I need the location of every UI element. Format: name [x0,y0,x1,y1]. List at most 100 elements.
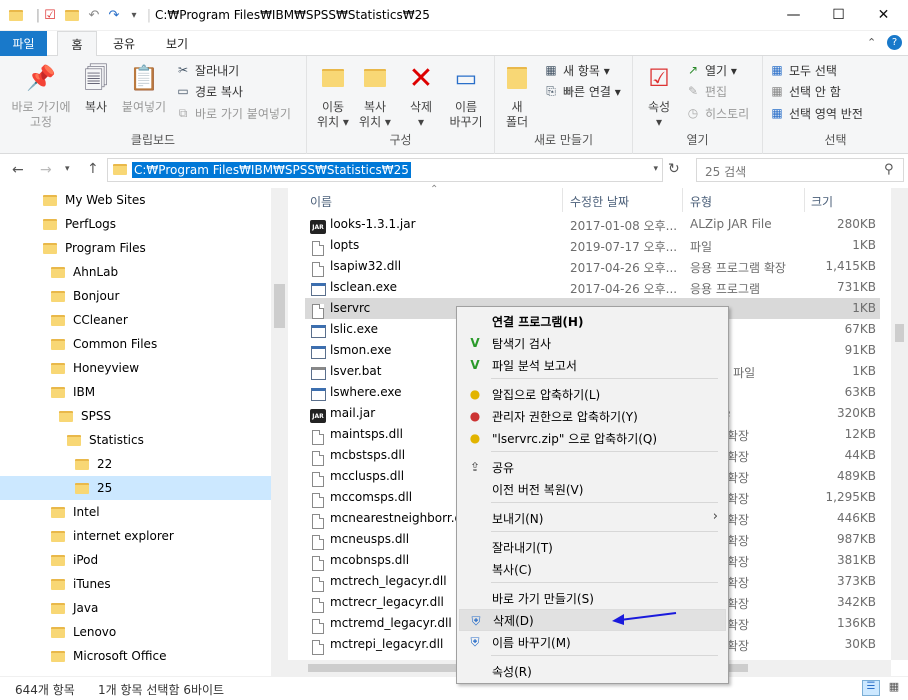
tree-item[interactable]: Intel [0,500,271,524]
tree-item[interactable]: Honeyview [0,356,271,380]
collapse-ribbon-icon[interactable]: ⌃ [867,36,876,49]
paste-shortcut-button[interactable]: ⧉ 바로 가기 붙여넣기 [175,103,291,123]
menu-send-to[interactable]: 보내기(N) › [459,507,726,529]
tree-item[interactable]: CCleaner [0,308,271,332]
tree-item[interactable]: Program Files [0,236,271,260]
easy-access-button[interactable]: ⎘ 빠른 연결 ▾ [543,81,621,101]
column-name[interactable]: 이름 [310,193,332,210]
tree-item[interactable]: Bonjour [0,284,271,308]
column-divider[interactable] [804,188,805,212]
column-date[interactable]: 수정한 날짜 [570,193,629,210]
tree-item[interactable]: AhnLab [0,260,271,284]
tree-item[interactable]: IBM [0,380,271,404]
back-icon[interactable]: ← [12,162,24,178]
column-divider[interactable] [562,188,563,212]
close-button[interactable]: ✕ [861,0,906,30]
new-folder-button[interactable]: 새 폴더 [501,56,533,130]
up-icon[interactable]: ↑ [87,161,99,177]
redo-icon[interactable]: ↷ [106,7,122,23]
customize-quick-access-icon[interactable]: ▾ [126,7,142,23]
tree-item[interactable]: Java [0,596,271,620]
dll-file-icon [310,595,326,613]
new-folder-icon [502,62,532,94]
table-row[interactable]: lsapiw32.dll 2017-04-26 오후... 응용 프로그램 확장 1,… [305,256,880,277]
new-item-button[interactable]: ▦ 새 항목 ▾ [543,60,609,80]
column-type[interactable]: 유형 [690,193,712,210]
file-list-scrollbar-thumb[interactable] [895,324,904,342]
recent-locations-icon[interactable]: ▾ [65,164,70,174]
tree-item[interactable]: Lenovo [0,620,271,644]
menu-rename[interactable]: ⛨ 이름 바꾸기(M) [459,631,726,653]
menu-separator [491,451,718,452]
menu-alzip-admin[interactable]: ● 관리자 권한으로 압축하기(Y) [459,405,726,427]
copy-path-button[interactable]: ▭ 경로 복사 [175,81,243,101]
copy-to-button[interactable]: 복사 위치 ▾ [355,56,395,130]
tree-item[interactable]: SPSS [0,404,271,428]
help-icon[interactable]: ? [887,35,902,50]
tree-item[interactable]: Common Files [0,332,271,356]
column-size[interactable]: 크기 [811,193,833,210]
forward-icon[interactable]: → [40,162,52,178]
menu-copy[interactable]: 복사(C) [459,558,726,580]
tab-file[interactable]: 파일 [0,31,47,56]
table-row[interactable]: JAR looks-1.3.1.jar 2017-01-08 오후... ALZip … [305,214,880,235]
table-row[interactable]: lopts 2019-07-17 오후... 파일 1KB [305,235,880,256]
invert-selection-button[interactable]: ▦ 선택 영역 반전 [769,103,863,123]
minimize-button[interactable]: — [771,0,816,30]
history-button[interactable]: ◷ 히스토리 [685,103,749,123]
menu-share[interactable]: ⇪ 공유 [459,456,726,478]
details-view-icon[interactable]: ☰ [862,680,880,696]
search-input[interactable]: 25 검색 [696,158,904,182]
tree-item[interactable]: My Web Sites [0,188,271,212]
rename-button[interactable]: ▭ 이름 바꾸기 [444,56,488,130]
menu-cut[interactable]: 잘라내기(T) [459,536,726,558]
pin-quick-access-button[interactable]: 📌 바로 가기에 고정 [6,56,76,130]
navigation-pane: My Web Sites PerfLogs Program Files Bonj… [0,188,271,676]
menu-file-analysis[interactable]: V 파일 분석 보고서 [459,354,726,376]
cut-button[interactable]: ✂ 잘라내기 [175,60,239,80]
maximize-button[interactable]: ☐ [816,0,861,30]
table-row[interactable]: lsclean.exe 2017-04-26 오후... 응용 프로그램 731KB [305,277,880,298]
tree-scrollbar[interactable] [271,188,288,676]
menu-virus-scan[interactable]: V 탐색기 검사 [459,332,726,354]
menu-alzip-compress[interactable]: ● 알집으로 압축하기(L) [459,383,726,405]
menu-delete[interactable]: ⛨ 삭제(D) [459,609,726,631]
menu-create-shortcut[interactable]: 바로 가기 만들기(S) [459,587,726,609]
column-divider[interactable] [682,188,683,212]
open-button[interactable]: ↗ 열기 ▾ [685,60,737,80]
tree-item[interactable]: PerfLogs [0,212,271,236]
tree-item[interactable]: 22 [0,452,271,476]
tree-item[interactable]: iTunes [0,572,271,596]
exe-file-icon [310,322,326,338]
address-bar[interactable]: C:₩Program Files₩IBM₩SPSS₩Statistics₩25 … [107,158,663,182]
delete-ribbon-button[interactable]: ✕ 삭제 ▾ [403,56,439,130]
paste-button[interactable]: 📋 붙여넣기 [118,56,170,115]
select-all-button[interactable]: ▦ 모두 선택 [769,60,837,80]
menu-restore-previous[interactable]: 이전 버전 복원(V) [459,478,726,500]
edit-button[interactable]: ✎ 편집 [685,81,727,101]
tree-item-selected[interactable]: 25 [0,476,271,500]
menu-alzip-named[interactable]: ● "lservrc.zip" 으로 압축하기(Q) [459,427,726,449]
file-list-scrollbar[interactable] [891,188,908,660]
address-path[interactable]: C:₩Program Files₩IBM₩SPSS₩Statistics₩25 [132,162,411,178]
tree-scrollbar-thumb[interactable] [274,284,285,328]
copy-button[interactable]: 🗐 복사 [78,56,114,115]
tree-item[interactable]: iPod [0,548,271,572]
menu-properties[interactable]: 속성(R) [459,660,726,682]
tree-item[interactable]: Microsoft Office [0,644,271,668]
select-none-button[interactable]: ▦ 선택 안 함 [769,81,840,101]
address-dropdown-icon[interactable]: ▾ [653,164,658,174]
undo-icon[interactable]: ↶ [86,7,102,23]
tree-item[interactable]: Statistics [0,428,271,452]
properties-ribbon-button[interactable]: ☑ 속성 ▾ [641,56,677,130]
new-folder-quick-icon[interactable] [64,7,80,23]
tree-item[interactable]: internet explorer [0,524,271,548]
refresh-icon[interactable]: ↻ [668,161,680,177]
move-to-button[interactable]: 이동 위치 ▾ [313,56,353,130]
tab-view[interactable]: 보기 [157,31,197,56]
properties-quick-icon[interactable]: ☑ [42,7,58,23]
menu-open-with[interactable]: 연결 프로그램(H) [459,310,726,332]
tab-share[interactable]: 공유 [104,31,144,56]
large-icons-view-icon[interactable]: ▦ [886,680,902,696]
tab-home[interactable]: 홈 [57,31,97,57]
